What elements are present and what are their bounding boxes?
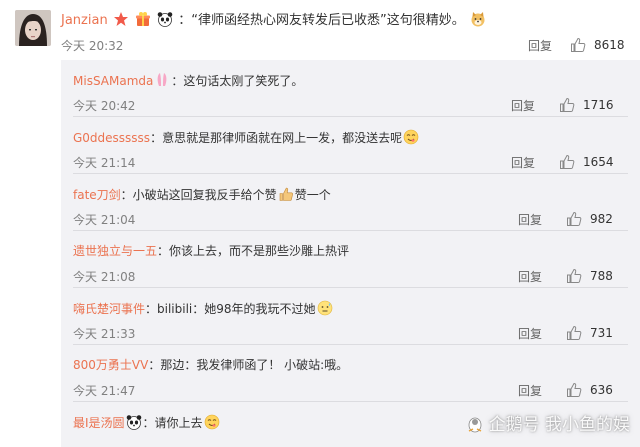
reply-item: G0ddessssss：意思就是那律师函就在网上一发，都没送去呢 今天 21:1… <box>61 117 640 174</box>
reply-username[interactable]: fate刀剑 <box>73 188 121 202</box>
thumbs-up-icon <box>566 382 582 398</box>
yummy-face-icon <box>403 129 419 145</box>
like-count: 982 <box>590 212 613 226</box>
reply-time: 今天 21:14 <box>73 156 136 170</box>
reply-body: ：这句话太刚了笑死了。 <box>171 74 304 88</box>
watermark-text: 企鹅号 我小鱼的娱 <box>488 415 630 435</box>
reply-username[interactable]: MisSAMamda <box>73 74 153 88</box>
like-button[interactable]: 788 <box>566 268 613 284</box>
replies-panel: MisSAMamda ：这句话太刚了笑死了。 今天 20:42 回复 1716 G… <box>61 60 640 447</box>
main-comment-username[interactable]: Janzian <box>61 13 108 28</box>
star-icon <box>113 11 129 27</box>
reply-time: 今天 21:08 <box>73 270 136 284</box>
watermark: 企鹅号 我小鱼的娱 <box>464 410 630 435</box>
like-button[interactable]: 982 <box>566 211 613 227</box>
bunny-icon <box>154 72 170 88</box>
reply-time: 今天 20:42 <box>73 99 136 113</box>
reply-button[interactable]: 回复 <box>518 211 542 228</box>
thumbs-up-icon <box>559 97 575 113</box>
avatar[interactable] <box>15 10 51 46</box>
like-button[interactable]: 1716 <box>559 97 614 113</box>
reply-button[interactable]: 回复 <box>518 325 542 342</box>
reply-body: ：意思就是那律师函就在网上一发，都没送去呢 <box>150 131 403 145</box>
reply-item: 800万勇士VV：那边：我发律师函了！ 小破站:哦。 今天 21:47 回复 6… <box>61 345 640 402</box>
reply-body: ：你该上去，而不是那些沙雕上热评 <box>157 244 350 258</box>
like-button[interactable]: 731 <box>566 325 613 341</box>
reply-username[interactable]: G0ddessssss <box>73 131 150 145</box>
thumbs-up-icon <box>566 268 582 284</box>
reply-button[interactable]: 回复 <box>528 37 552 54</box>
thumbs-up-icon <box>566 325 582 341</box>
reply-time: 今天 21:04 <box>73 213 136 227</box>
reply-item: MisSAMamda ：这句话太刚了笑死了。 今天 20:42 回复 1716 <box>61 60 640 117</box>
penguin-icon <box>464 415 486 433</box>
reply-text: 最I是汤圆 ：请你上去 <box>73 414 221 432</box>
main-comment-text: Janzian ：“律师函经热心网友转发后已收悉”这句很精妙。 <box>61 11 487 30</box>
reply-body: ：小破站这回复我反手给个赞 <box>120 188 277 202</box>
like-button[interactable]: 1654 <box>559 154 614 170</box>
main-comment-body: ：“律师函经热心网友转发后已收悉”这句很精妙。 <box>178 13 465 28</box>
reply-item: 遗世独立与一五：你该上去，而不是那些沙雕上热评 今天 21:08 回复 788 <box>61 231 640 288</box>
like-button[interactable]: 8618 <box>570 37 625 53</box>
reply-body-suffix: 赞一个 <box>294 188 331 202</box>
reply-time: 今天 21:47 <box>73 384 136 398</box>
like-count: 1716 <box>583 98 614 112</box>
gift-icon <box>135 11 151 27</box>
like-count: 1654 <box>583 155 614 169</box>
sweat-face-icon <box>317 300 333 316</box>
panda-icon <box>126 414 142 430</box>
reply-time: 今天 21:33 <box>73 327 136 341</box>
reply-body: ：bilibili：她98年的我玩不过她 <box>145 302 316 316</box>
reply-text: 嗨氏楚河事件：bilibili：她98年的我玩不过她 <box>73 300 334 318</box>
reply-username[interactable]: 遗世独立与一五 <box>73 244 157 258</box>
reply-text: 800万勇士VV：那边：我发律师函了！ 小破站:哦。 <box>73 357 348 374</box>
thumbs-up-icon <box>570 37 586 53</box>
reply-username[interactable]: 嗨氏楚河事件 <box>73 302 145 316</box>
doge-icon <box>470 11 486 27</box>
like-button[interactable]: 636 <box>566 382 613 398</box>
reply-text: 遗世独立与一五：你该上去，而不是那些沙雕上热评 <box>73 243 349 260</box>
main-comment: Janzian ：“律师函经热心网友转发后已收悉”这句很精妙。 今天 20:32… <box>0 0 640 56</box>
thumbs-up-icon <box>566 211 582 227</box>
panda-icon <box>157 11 173 27</box>
thumbs-up-emoji-icon <box>278 186 294 202</box>
reply-button[interactable]: 回复 <box>518 382 542 399</box>
reply-button[interactable]: 回复 <box>511 97 535 114</box>
yummy-face-icon <box>204 414 220 430</box>
reply-body: ：请你上去 <box>142 416 203 430</box>
reply-item: fate刀剑：小破站这回复我反手给个赞 赞一个 今天 21:04 回复 982 <box>61 174 640 231</box>
thumbs-up-icon <box>559 154 575 170</box>
reply-button[interactable]: 回复 <box>511 154 535 171</box>
like-count: 731 <box>590 326 613 340</box>
reply-username[interactable]: 800万勇士VV <box>73 358 148 372</box>
reply-text: fate刀剑：小破站这回复我反手给个赞 赞一个 <box>73 186 331 204</box>
like-count: 788 <box>590 269 613 283</box>
reply-item: 嗨氏楚河事件：bilibili：她98年的我玩不过她 今天 21:33 回复 7… <box>61 288 640 345</box>
reply-text: MisSAMamda ：这句话太刚了笑死了。 <box>73 72 303 90</box>
main-comment-time: 今天 20:32 <box>61 39 124 53</box>
reply-username[interactable]: 最I是汤圆 <box>73 416 125 430</box>
like-count: 8618 <box>594 38 625 52</box>
reply-button[interactable]: 回复 <box>518 268 542 285</box>
reply-body: ：那边：我发律师函了！ 小破站:哦。 <box>148 358 349 372</box>
reply-text: G0ddessssss：意思就是那律师函就在网上一发，都没送去呢 <box>73 129 420 147</box>
like-count: 636 <box>590 383 613 397</box>
